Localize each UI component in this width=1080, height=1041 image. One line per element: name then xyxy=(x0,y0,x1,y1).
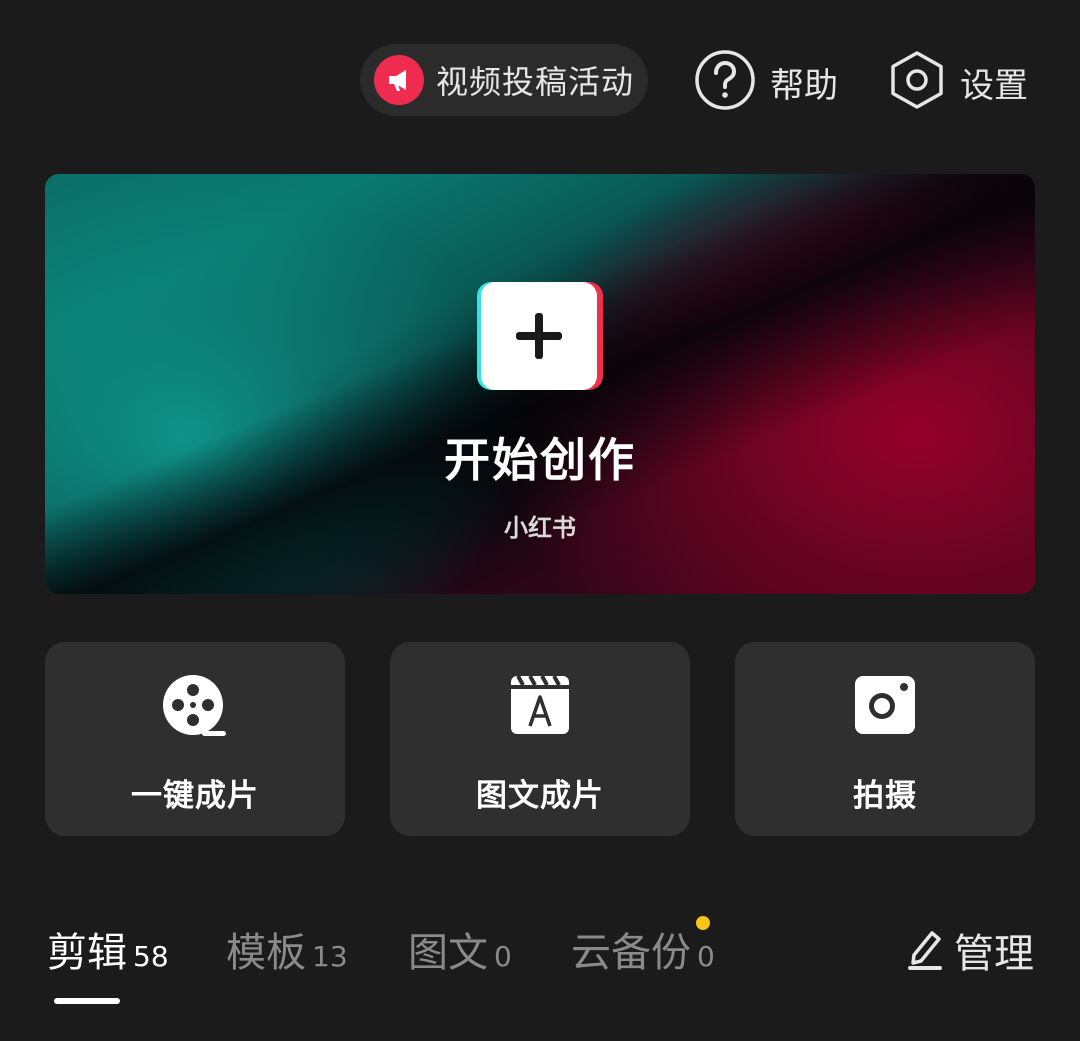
tab-cloud-backup[interactable]: 云备份 0 xyxy=(571,920,715,980)
help-button[interactable]: 帮助 xyxy=(694,44,838,120)
settings-button[interactable]: 设置 xyxy=(888,44,1028,120)
active-tab-indicator xyxy=(54,998,120,1004)
cloud-backup-notification-dot xyxy=(696,916,710,930)
manage-label: 管理 xyxy=(954,931,1034,977)
tab-label: 剪辑 xyxy=(47,930,127,976)
tab-label: 模板 xyxy=(226,930,306,976)
top-bar: 视频投稿活动 帮助 设置 xyxy=(0,44,1080,120)
edit-pen-icon xyxy=(906,925,946,975)
tab-graphic-text[interactable]: 图文 0 xyxy=(408,920,512,980)
tab-label: 云备份 xyxy=(571,930,691,976)
question-circle-icon xyxy=(694,49,756,115)
help-label: 帮助 xyxy=(770,65,838,106)
graphic-to-video-label: 图文成片 xyxy=(476,778,604,814)
film-reel-icon xyxy=(45,674,345,738)
one-click-video-label: 一键成片 xyxy=(131,778,259,814)
tab-label: 图文 xyxy=(408,930,488,976)
campaign-label: 视频投稿活动 xyxy=(436,63,635,101)
megaphone-icon xyxy=(374,55,424,105)
tab-count: 0 xyxy=(697,940,715,973)
hexagon-gear-icon xyxy=(888,49,946,115)
start-creating-card[interactable]: 开始创作 小红书 xyxy=(45,174,1035,594)
plus-icon xyxy=(481,282,597,390)
new-project-button[interactable] xyxy=(477,282,603,390)
clapper-text-icon xyxy=(390,674,690,738)
project-tabs: 剪辑 58 模板 13 图文 0 云备份 0 管理 xyxy=(0,916,1080,1010)
tab-count: 58 xyxy=(133,940,169,973)
shoot-label: 拍摄 xyxy=(853,778,917,814)
video-submission-campaign-button[interactable]: 视频投稿活动 xyxy=(360,44,648,116)
manage-button[interactable]: 管理 xyxy=(906,920,1034,980)
tab-template[interactable]: 模板 13 xyxy=(226,920,348,980)
hero-subtitle: 小红书 xyxy=(504,514,576,542)
hero-title: 开始创作 xyxy=(444,433,636,487)
tab-count: 13 xyxy=(312,940,348,973)
one-click-video-button[interactable]: 一键成片 xyxy=(45,642,345,836)
graphic-to-video-button[interactable]: 图文成片 xyxy=(390,642,690,836)
shoot-button[interactable]: 拍摄 xyxy=(735,642,1035,836)
camera-icon xyxy=(735,674,1035,738)
tab-edit[interactable]: 剪辑 58 xyxy=(47,920,169,980)
tab-count: 0 xyxy=(494,940,512,973)
settings-label: 设置 xyxy=(960,65,1028,106)
